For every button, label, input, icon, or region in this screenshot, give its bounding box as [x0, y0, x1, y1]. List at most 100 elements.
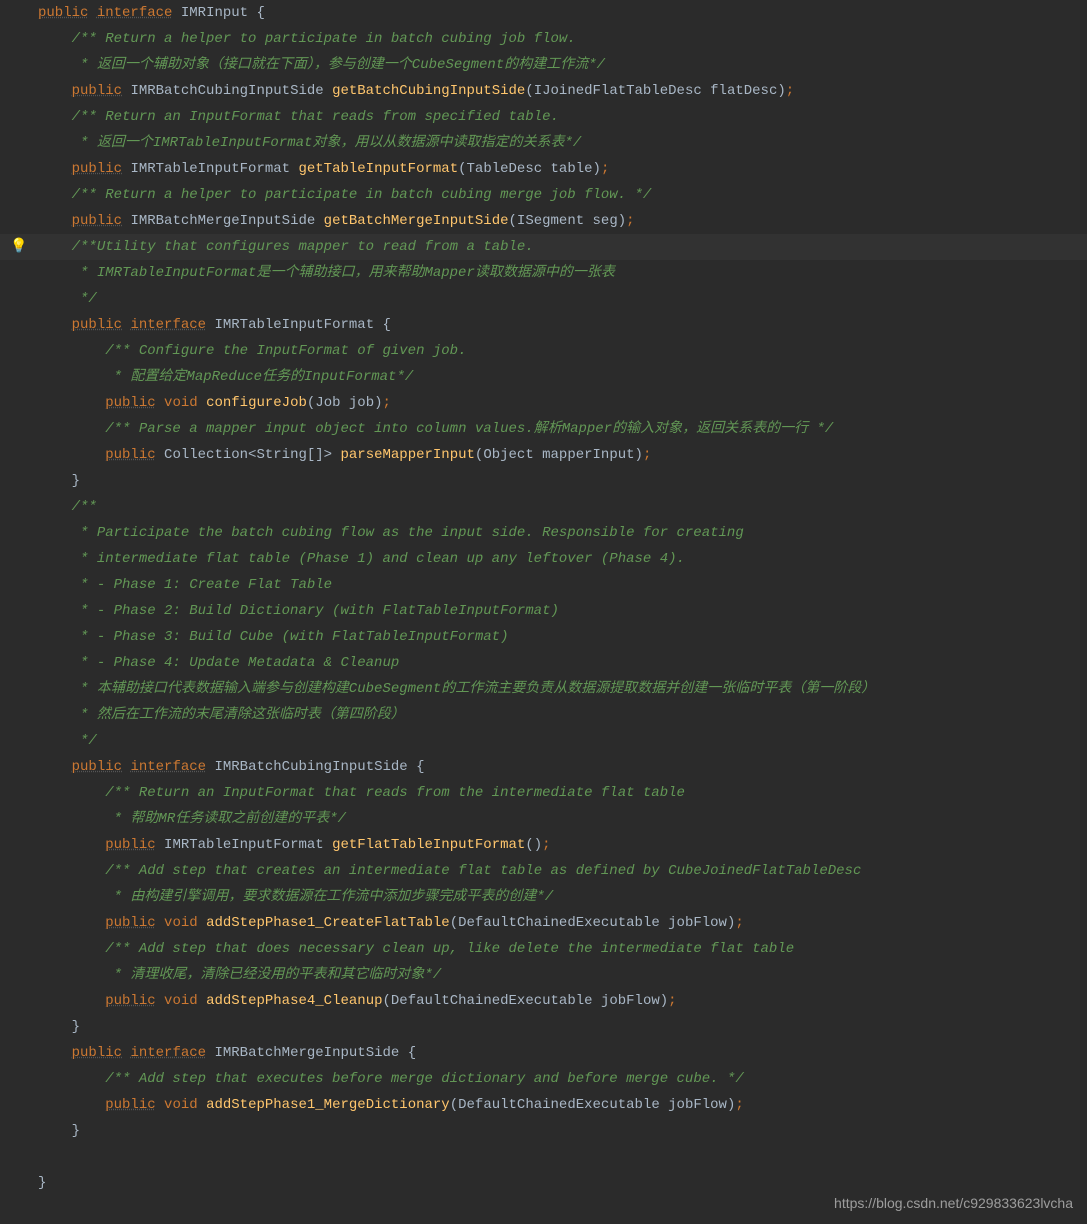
- code-content[interactable]: */: [38, 728, 1087, 754]
- code-line[interactable]: * 然后在工作流的末尾清除这张临时表（第四阶段）: [0, 702, 1087, 728]
- code-line[interactable]: public interface IMRInput {: [0, 0, 1087, 26]
- code-line[interactable]: */: [0, 728, 1087, 754]
- code-content[interactable]: * intermediate flat table (Phase 1) and …: [38, 546, 1087, 572]
- code-line[interactable]: public void configureJob(Job job);: [0, 390, 1087, 416]
- code-line[interactable]: }: [0, 1014, 1087, 1040]
- code-content[interactable]: /** Configure the InputFormat of given j…: [38, 338, 1087, 364]
- code-line[interactable]: /** Return a helper to participate in ba…: [0, 182, 1087, 208]
- code-content[interactable]: /**Utility that configures mapper to rea…: [38, 234, 1087, 260]
- code-content[interactable]: * - Phase 3: Build Cube (with FlatTableI…: [38, 624, 1087, 650]
- code-line[interactable]: * 清理收尾，清除已经没用的平表和其它临时对象*/: [0, 962, 1087, 988]
- code-content[interactable]: /** Add step that creates an intermediat…: [38, 858, 1087, 884]
- token-method: configureJob: [206, 395, 307, 411]
- token-comment: * Participate the batch cubing flow as t…: [72, 525, 744, 541]
- code-line[interactable]: * intermediate flat table (Phase 1) and …: [0, 546, 1087, 572]
- code-content[interactable]: * - Phase 1: Create Flat Table: [38, 572, 1087, 598]
- code-content[interactable]: public void addStepPhase1_CreateFlatTabl…: [38, 910, 1087, 936]
- code-content[interactable]: }: [38, 1014, 1087, 1040]
- code-line[interactable]: public void addStepPhase1_MergeDictionar…: [0, 1092, 1087, 1118]
- code-line[interactable]: * - Phase 4: Update Metadata & Cleanup: [0, 650, 1087, 676]
- code-content[interactable]: * - Phase 4: Update Metadata & Cleanup: [38, 650, 1087, 676]
- code-content[interactable]: public interface IMRBatchCubingInputSide…: [38, 754, 1087, 780]
- code-line[interactable]: * 由构建引擎调用，要求数据源在工作流中添加步骤完成平表的创建*/: [0, 884, 1087, 910]
- code-content[interactable]: * 配置给定MapReduce任务的InputFormat*/: [38, 364, 1087, 390]
- code-content[interactable]: /** Add step that does necessary clean u…: [38, 936, 1087, 962]
- code-content[interactable]: public void configureJob(Job job);: [38, 390, 1087, 416]
- token-paren: {: [256, 5, 264, 21]
- code-line[interactable]: public interface IMRBatchMergeInputSide …: [0, 1040, 1087, 1066]
- code-content[interactable]: /** Return a helper to participate in ba…: [38, 182, 1087, 208]
- code-line[interactable]: public void addStepPhase1_CreateFlatTabl…: [0, 910, 1087, 936]
- code-content[interactable]: * 然后在工作流的末尾清除这张临时表（第四阶段）: [38, 702, 1087, 728]
- code-content[interactable]: public void addStepPhase4_Cleanup(Defaul…: [38, 988, 1087, 1014]
- code-content[interactable]: /**: [38, 494, 1087, 520]
- code-line[interactable]: /**: [0, 494, 1087, 520]
- code-line[interactable]: /** Return an InputFormat that reads fro…: [0, 104, 1087, 130]
- code-content[interactable]: [38, 1144, 1087, 1170]
- code-line[interactable]: }: [0, 1118, 1087, 1144]
- code-line[interactable]: * Participate the batch cubing flow as t…: [0, 520, 1087, 546]
- code-content[interactable]: public Collection<String[]> parseMapperI…: [38, 442, 1087, 468]
- code-content[interactable]: * 清理收尾，清除已经没用的平表和其它临时对象*/: [38, 962, 1087, 988]
- code-content[interactable]: public IMRBatchCubingInputSide getBatchC…: [38, 78, 1087, 104]
- code-line[interactable]: * - Phase 1: Create Flat Table: [0, 572, 1087, 598]
- code-content[interactable]: /** Parse a mapper input object into col…: [38, 416, 1087, 442]
- code-content[interactable]: /** Return an InputFormat that reads fro…: [38, 104, 1087, 130]
- code-content[interactable]: }: [38, 468, 1087, 494]
- code-content[interactable]: * IMRTableInputFormat是一个辅助接口，用来帮助Mapper读…: [38, 260, 1087, 286]
- code-line[interactable]: public IMRTableInputFormat getFlatTableI…: [0, 832, 1087, 858]
- code-line[interactable]: public void addStepPhase4_Cleanup(Defaul…: [0, 988, 1087, 1014]
- code-content[interactable]: * 帮助MR任务读取之前创建的平表*/: [38, 806, 1087, 832]
- code-content[interactable]: public IMRBatchMergeInputSide getBatchMe…: [38, 208, 1087, 234]
- code-line[interactable]: * - Phase 3: Build Cube (with FlatTableI…: [0, 624, 1087, 650]
- intention-bulb-icon[interactable]: 💡: [10, 239, 27, 255]
- code-content[interactable]: * Participate the batch cubing flow as t…: [38, 520, 1087, 546]
- token-kw-u: public: [105, 837, 155, 853]
- code-content[interactable]: public interface IMRInput {: [38, 0, 1087, 26]
- code-content[interactable]: * 返回一个辅助对象（接口就在下面），参与创建一个CubeSegment的构建工…: [38, 52, 1087, 78]
- code-content[interactable]: * 由构建引擎调用，要求数据源在工作流中添加步骤完成平表的创建*/: [38, 884, 1087, 910]
- code-content[interactable]: /** Return a helper to participate in ba…: [38, 26, 1087, 52]
- code-line[interactable]: public IMRBatchCubingInputSide getBatchC…: [0, 78, 1087, 104]
- code-content[interactable]: public IMRTableInputFormat getFlatTableI…: [38, 832, 1087, 858]
- code-line[interactable]: */: [0, 286, 1087, 312]
- code-content[interactable]: public interface IMRBatchMergeInputSide …: [38, 1040, 1087, 1066]
- code-content[interactable]: * 本辅助接口代表数据输入端参与创建构建CubeSegment的工作流主要负责从…: [38, 676, 1087, 702]
- code-line[interactable]: * 配置给定MapReduce任务的InputFormat*/: [0, 364, 1087, 390]
- code-content[interactable]: * 返回一个IMRTableInputFormat对象，用以从数据源中读取指定的…: [38, 130, 1087, 156]
- code-line[interactable]: public IMRTableInputFormat getTableInput…: [0, 156, 1087, 182]
- code-content[interactable]: /** Return an InputFormat that reads fro…: [38, 780, 1087, 806]
- code-line[interactable]: /** Add step that executes before merge …: [0, 1066, 1087, 1092]
- token-type: IMRBatchMergeInputSide: [214, 1045, 399, 1061]
- code-line[interactable]: public IMRBatchMergeInputSide getBatchMe…: [0, 208, 1087, 234]
- code-content[interactable]: public void addStepPhase1_MergeDictionar…: [38, 1092, 1087, 1118]
- code-line[interactable]: /** Configure the InputFormat of given j…: [0, 338, 1087, 364]
- code-line[interactable]: /** Parse a mapper input object into col…: [0, 416, 1087, 442]
- code-line[interactable]: * 返回一个辅助对象（接口就在下面），参与创建一个CubeSegment的构建工…: [0, 52, 1087, 78]
- code-line[interactable]: 💡 /**Utility that configures mapper to r…: [0, 234, 1087, 260]
- code-line[interactable]: * 本辅助接口代表数据输入端参与创建构建CubeSegment的工作流主要负责从…: [0, 676, 1087, 702]
- code-line[interactable]: * - Phase 2: Build Dictionary (with Flat…: [0, 598, 1087, 624]
- code-content[interactable]: /** Add step that executes before merge …: [38, 1066, 1087, 1092]
- code-editor[interactable]: public interface IMRInput { /** Return a…: [0, 0, 1087, 1196]
- code-line[interactable]: /** Return a helper to participate in ba…: [0, 26, 1087, 52]
- code-content[interactable]: */: [38, 286, 1087, 312]
- token-comment: * 由构建引擎调用，要求数据源在工作流中添加步骤完成平表的创建*/: [105, 889, 553, 905]
- code-line[interactable]: /** Add step that creates an intermediat…: [0, 858, 1087, 884]
- code-line[interactable]: public interface IMRBatchCubingInputSide…: [0, 754, 1087, 780]
- code-line[interactable]: /** Return an InputFormat that reads fro…: [0, 780, 1087, 806]
- code-line[interactable]: /** Add step that does necessary clean u…: [0, 936, 1087, 962]
- code-line[interactable]: [0, 1144, 1087, 1170]
- code-line[interactable]: * IMRTableInputFormat是一个辅助接口，用来帮助Mapper读…: [0, 260, 1087, 286]
- code-content[interactable]: * - Phase 2: Build Dictionary (with Flat…: [38, 598, 1087, 624]
- code-line[interactable]: * 返回一个IMRTableInputFormat对象，用以从数据源中读取指定的…: [0, 130, 1087, 156]
- code-content[interactable]: public interface IMRTableInputFormat {: [38, 312, 1087, 338]
- code-content[interactable]: public IMRTableInputFormat getTableInput…: [38, 156, 1087, 182]
- code-line[interactable]: * 帮助MR任务读取之前创建的平表*/: [0, 806, 1087, 832]
- code-line[interactable]: }: [0, 468, 1087, 494]
- code-line[interactable]: public Collection<String[]> parseMapperI…: [0, 442, 1087, 468]
- token-kw: void: [164, 1097, 206, 1113]
- code-line[interactable]: public interface IMRTableInputFormat {: [0, 312, 1087, 338]
- code-content[interactable]: }: [38, 1118, 1087, 1144]
- token-comment: /** Parse a mapper input object into col…: [105, 421, 833, 437]
